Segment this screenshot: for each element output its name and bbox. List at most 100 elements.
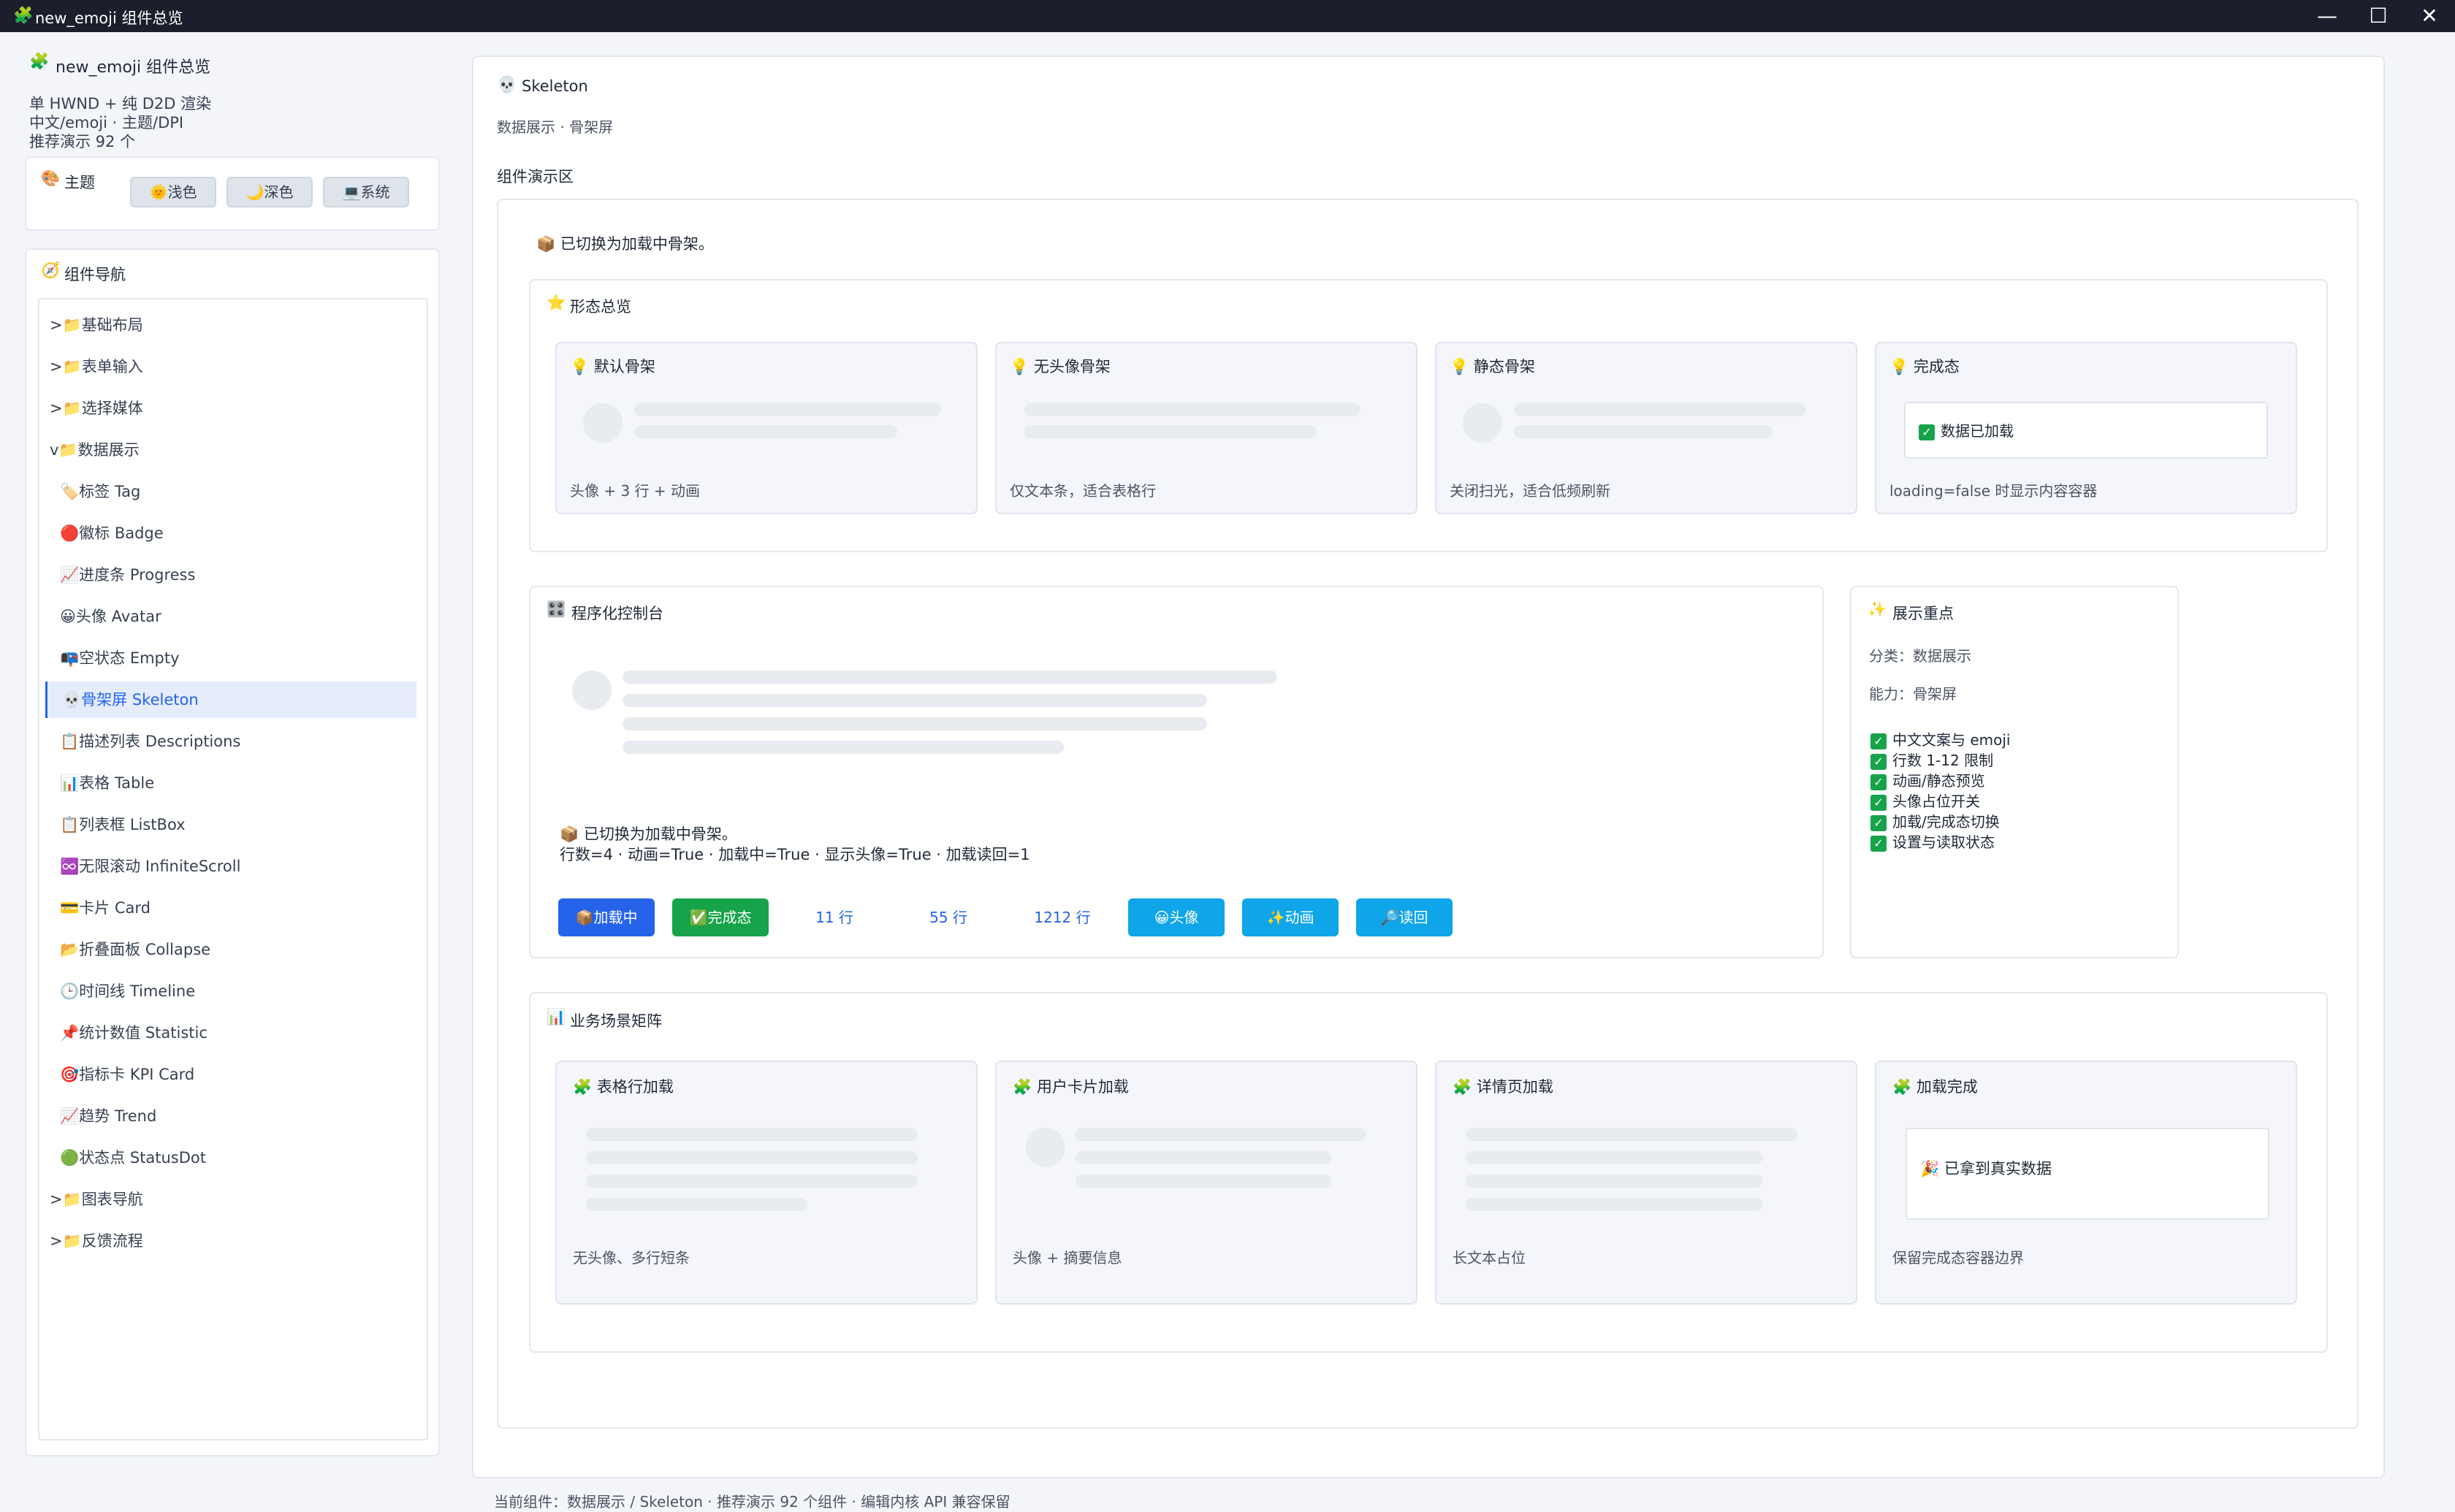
- skeleton-line: [634, 403, 941, 416]
- nav-item[interactable]: 📂折叠面板 Collapse: [45, 931, 416, 968]
- nav-item[interactable]: 📋描述列表 Descriptions: [45, 723, 416, 760]
- content-container: 🎉 已拿到真实数据: [1906, 1128, 2269, 1220]
- skeleton-line: [1466, 1198, 1762, 1211]
- check-icon: ✓: [1870, 835, 1887, 852]
- scenario-card-table: 🧩 表格行加载 无头像、多行短条: [555, 1061, 978, 1305]
- card-caption: 保留完成态容器边界: [1892, 1249, 2024, 1267]
- scenario-card-detail: 🧩 详情页加载 长文本占位: [1435, 1061, 1857, 1305]
- nav-group[interactable]: >📁图表导航: [37, 1181, 416, 1218]
- check-icon: ✓: [1870, 794, 1887, 811]
- skeleton-avatar: [572, 671, 612, 710]
- nav-item[interactable]: 📈趋势 Trend: [45, 1098, 416, 1134]
- feature-item: ✓ 中文文案与 emoji: [1870, 730, 2163, 750]
- card-title: 🧩 用户卡片加载: [1013, 1078, 1129, 1096]
- skeleton-line: [586, 1151, 918, 1164]
- scenario-card-complete: 🧩 加载完成 🎉 已拿到真实数据 保留完成态容器边界: [1875, 1061, 2297, 1305]
- overview-title: 形态总览: [570, 298, 631, 316]
- check-icon: ✓: [1870, 753, 1887, 770]
- skeleton-line: [586, 1198, 808, 1211]
- skull-icon: 💀: [497, 76, 517, 94]
- card-title: 🧩 加载完成: [1892, 1078, 1978, 1096]
- rows-55-button[interactable]: 55 行: [900, 898, 997, 936]
- close-button[interactable]: ✕: [2397, 0, 2455, 32]
- skeleton-line: [1024, 425, 1317, 438]
- nav-item[interactable]: 📭空状态 Empty: [45, 640, 416, 676]
- done-button[interactable]: ✅完成态: [672, 898, 769, 936]
- sparkle-icon: ✨: [1868, 600, 1887, 618]
- skeleton-line: [586, 1175, 918, 1188]
- skeleton-line: [1514, 425, 1773, 438]
- nav-item[interactable]: 💳卡片 Card: [45, 890, 416, 926]
- info-line: 推荐演示 92 个: [29, 133, 136, 150]
- readback-button[interactable]: 🔎读回: [1356, 898, 1453, 936]
- nav-group[interactable]: >📁反馈流程: [37, 1223, 416, 1259]
- nav-item[interactable]: 📌统计数值 Statistic: [45, 1015, 416, 1051]
- rows-11-button[interactable]: 11 行: [786, 898, 883, 936]
- skeleton-line: [1076, 1128, 1366, 1141]
- nav-item[interactable]: 🟢状态点 StatusDot: [45, 1139, 416, 1176]
- card-caption: 无头像、多行短条: [573, 1249, 690, 1267]
- compass-icon: 🧭: [41, 261, 61, 279]
- nav-item[interactable]: ♾️无限滚动 InfiniteScroll: [45, 848, 416, 885]
- check-icon: ✓: [1870, 814, 1887, 831]
- skeleton-line: [623, 717, 1207, 730]
- app-title-icon: 🧩: [29, 53, 50, 71]
- card-caption: 头像 + 3 行 + 动画: [570, 482, 701, 500]
- skeleton-line: [586, 1128, 918, 1141]
- nav-item[interactable]: 📊表格 Table: [45, 765, 416, 801]
- nav-item[interactable]: 😀头像 Avatar: [45, 598, 416, 635]
- console-state: 行数=4 · 动画=True · 加载中=True · 显示头像=True · …: [560, 846, 1030, 863]
- palette-icon: 🎨: [41, 169, 61, 187]
- ability-text: 能力：骨架屏: [1869, 685, 1957, 703]
- nav-item[interactable]: 🎯指标卡 KPI Card: [45, 1056, 416, 1093]
- nav-item[interactable]: 🔴徽标 Badge: [45, 515, 416, 551]
- skeleton-avatar: [583, 403, 623, 443]
- skeleton-line: [623, 694, 1207, 707]
- check-icon: ✓: [1919, 424, 1935, 440]
- nav-item[interactable]: 📈进度条 Progress: [45, 557, 416, 593]
- demo-label: 组件演示区: [497, 168, 574, 186]
- card-caption: 长文本占位: [1453, 1249, 1526, 1267]
- theme-dark-button[interactable]: 🌙深色: [227, 177, 313, 207]
- feature-item: ✓ 动画/静态预览: [1870, 771, 2163, 791]
- card-caption: 仅文本条，适合表格行: [1010, 482, 1156, 500]
- skeleton-line: [1076, 1175, 1331, 1188]
- nav-group[interactable]: >📁选择媒体: [37, 390, 416, 427]
- control-icon: 🎛️: [547, 600, 566, 618]
- app-title: new_emoji 组件总览: [56, 58, 211, 77]
- loading-button[interactable]: 📦加载中: [558, 898, 655, 936]
- window-title: new_emoji 组件总览: [35, 9, 183, 27]
- console-status: 📦 已切换为加载中骨架。: [560, 825, 737, 843]
- scenario-card-user: 🧩 用户卡片加载 头像 + 摘要信息: [995, 1061, 1417, 1305]
- nav-label: 组件导航: [64, 266, 126, 283]
- app-icon: 🧩: [13, 7, 34, 25]
- skeleton-line: [1466, 1151, 1762, 1164]
- card-caption: 关闭扫光，适合低频刷新: [1450, 482, 1610, 500]
- nav-group[interactable]: >📁基础布局: [37, 307, 416, 343]
- skeleton-line: [1514, 403, 1806, 416]
- category-text: 分类：数据展示: [1869, 647, 1971, 665]
- nav-item[interactable]: 🕒时间线 Timeline: [45, 973, 416, 1009]
- nav-item[interactable]: 🏷️标签 Tag: [45, 473, 416, 510]
- skeleton-card-no-avatar: 💡 无头像骨架 仅文本条，适合表格行: [995, 342, 1417, 514]
- nav-group[interactable]: >📁表单输入: [37, 348, 416, 385]
- nav-item[interactable]: 📋列表框 ListBox: [45, 806, 416, 843]
- skeleton-card-default: 💡 默认骨架 头像 + 3 行 + 动画: [555, 342, 978, 514]
- skeleton-line: [1466, 1175, 1762, 1188]
- card-caption: 头像 + 摘要信息: [1013, 1249, 1122, 1267]
- skeleton-line: [634, 425, 897, 438]
- theme-system-button[interactable]: 💻系统: [323, 177, 409, 207]
- page-title: Skeleton: [522, 77, 588, 95]
- title-bar: 🧩 new_emoji 组件总览 — ☐ ✕: [0, 0, 2455, 32]
- nav-group[interactable]: v📁数据展示: [37, 432, 416, 468]
- skeleton-line: [1076, 1151, 1331, 1164]
- animation-toggle-button[interactable]: ✨动画: [1242, 898, 1339, 936]
- theme-panel: 🎨 主题 🌞浅色 🌙深色 💻系统: [25, 156, 440, 231]
- avatar-toggle-button[interactable]: 😀头像: [1128, 898, 1225, 936]
- skeleton-avatar: [1463, 403, 1502, 443]
- theme-label: 主题: [64, 174, 95, 191]
- nav-item[interactable]: 💀骨架屏 Skeleton: [45, 681, 416, 718]
- rows-1212-button[interactable]: 1212 行: [1014, 898, 1111, 936]
- theme-light-button[interactable]: 🌞浅色: [130, 177, 216, 207]
- content-container: ✓ 数据已加载: [1904, 402, 2268, 459]
